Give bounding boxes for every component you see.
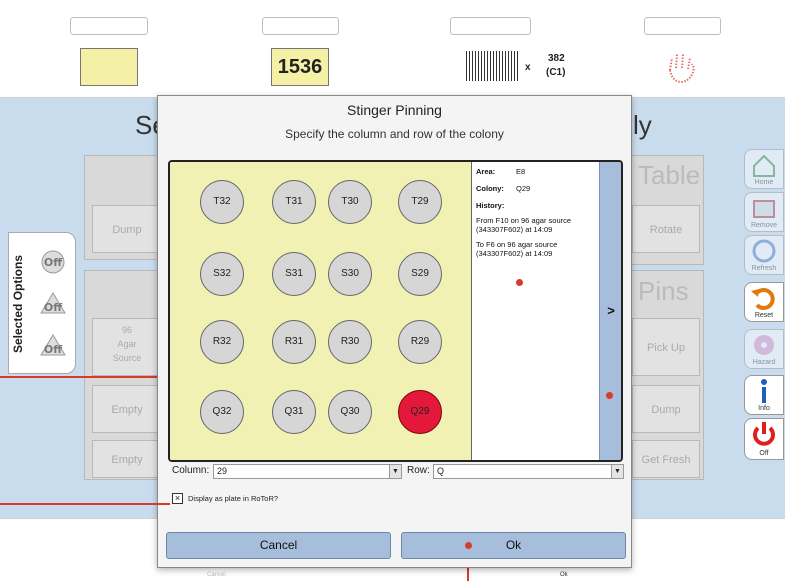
colony-well[interactable]: R32: [200, 320, 244, 364]
step-tab-stationary[interactable]: 3: Stationary: [450, 17, 531, 35]
remove-icon: [753, 200, 775, 218]
info-button[interactable]: Info: [744, 375, 784, 415]
colony-well[interactable]: S31: [272, 252, 316, 296]
colony-well[interactable]: R31: [272, 320, 316, 364]
refresh-icon: [752, 239, 776, 263]
row-label: Row:: [407, 465, 430, 476]
cancel-button[interactable]: Cancel: [166, 532, 391, 559]
annotation-line-checkbox: [0, 503, 170, 505]
reset-button[interactable]: Reset: [744, 282, 784, 322]
program-hand-icon: [662, 50, 698, 84]
row-select[interactable]: Q ▼: [433, 464, 624, 479]
option-off-icon[interactable]: Off: [37, 289, 69, 319]
colony-well[interactable]: Q31: [272, 390, 316, 434]
colony-well[interactable]: S29: [398, 252, 442, 296]
step-tab-target[interactable]: 2: Target: [262, 17, 339, 35]
remove-button-label: Remove: [750, 222, 778, 229]
stationary-plate-icon: [466, 51, 518, 81]
home-button-label: Home: [754, 179, 774, 186]
column-select-value: 29: [217, 466, 228, 476]
info-icon: [761, 379, 767, 403]
annotation-dot-next: [606, 392, 613, 399]
chevron-down-icon: ▼: [611, 465, 623, 478]
reset-button-label: Reset: [754, 312, 774, 319]
annotation-dot-ok: [465, 542, 472, 549]
home-button[interactable]: Home: [744, 149, 784, 189]
option-off-icon[interactable]: Off: [37, 247, 69, 277]
option-off-icon[interactable]: Off: [37, 331, 69, 361]
power-off-button-label: Off: [759, 450, 769, 457]
colony-info-panel: Area: E8 Colony: Q29 History: From F10 o…: [472, 162, 599, 460]
step-tab-source[interactable]: 1: Source: [70, 17, 148, 35]
background-pins-header: Pins: [638, 276, 689, 306]
background-empty-button-1: Empty: [92, 385, 162, 433]
display-as-plate-label: Display as plate in RoToR?: [188, 494, 279, 503]
history-entry: To F6 on 96 agar source (343307F602) at …: [476, 240, 558, 258]
colony-label: Colony:: [476, 184, 504, 193]
selected-options-label: Selected Options: [11, 254, 25, 354]
area-value: E8: [516, 167, 526, 176]
step-tab-program[interactable]: 4: Program: [644, 17, 721, 35]
background-pick-up-button: Pick Up: [632, 318, 700, 376]
row-select-value: Q: [437, 466, 445, 476]
background-agar-source-button: 96 Agar Source: [92, 318, 162, 376]
stationary-multiplier: x: [525, 62, 531, 73]
colony-well[interactable]: T29: [398, 180, 442, 224]
plate-view: T32 T31 T30 T29 S32 S31 S30 S29 R32 R31 R30 R29 Q32 Q…: [168, 160, 623, 462]
display-as-plate-checkbox[interactable]: ×: [172, 493, 183, 504]
background-rotate-button: Rotate: [632, 205, 700, 253]
hazard-button-label: Hazard: [752, 359, 776, 366]
colony-well[interactable]: T32: [200, 180, 244, 224]
background-ok-label: Ok: [560, 572, 568, 578]
next-plate-button[interactable]: >: [599, 162, 621, 460]
background-cancel-label: Cancel: [207, 572, 226, 578]
target-plate-thumbnail: 1536: [271, 48, 329, 86]
colony-value: Q29: [516, 184, 531, 193]
background-dump-button: Dump: [92, 205, 162, 253]
history-label: History:: [476, 201, 505, 210]
background-table-header: Table: [638, 160, 701, 190]
reset-icon: [751, 288, 775, 310]
stationary-sub: (C1): [546, 67, 566, 78]
column-label: Column:: [172, 465, 210, 476]
background-empty-button-2: Empty: [92, 440, 162, 478]
power-icon: [753, 422, 775, 446]
source-plate-thumbnail: [80, 48, 138, 86]
colony-well[interactable]: Q30: [328, 390, 372, 434]
colony-well[interactable]: Q32: [200, 390, 244, 434]
colony-well[interactable]: Q29: [398, 390, 442, 434]
column-select[interactable]: 29 ▼: [213, 464, 402, 479]
colony-well[interactable]: T31: [272, 180, 316, 224]
colony-well[interactable]: T30: [328, 180, 372, 224]
colony-well[interactable]: S32: [200, 252, 244, 296]
home-icon: [753, 154, 775, 177]
info-button-label: Info: [758, 405, 770, 412]
remove-button[interactable]: Remove: [744, 192, 784, 232]
hazard-button[interactable]: Hazard: [744, 329, 784, 369]
ok-button[interactable]: Ok: [401, 532, 626, 559]
annotation-dot-info: [516, 279, 523, 286]
area-label: Area:: [476, 167, 496, 176]
chevron-down-icon: ▼: [389, 465, 401, 478]
refresh-button-label: Refresh: [751, 265, 777, 272]
stationary-count: 382: [548, 53, 565, 64]
option-off-text: Off: [44, 301, 62, 314]
background-get-fresh-button: Get Fresh: [632, 440, 700, 478]
background-dump-right-button: Dump: [632, 385, 700, 433]
colony-well[interactable]: R30: [328, 320, 372, 364]
selected-options-panel: Selected Options Off Off Off: [8, 232, 76, 374]
colony-well[interactable]: S30: [328, 252, 372, 296]
power-off-button[interactable]: Off: [744, 418, 784, 460]
refresh-button[interactable]: Refresh: [744, 235, 784, 275]
colony-grid: T32 T31 T30 T29 S32 S31 S30 S29 R32 R31 R30 R29 Q32 Q…: [170, 162, 472, 460]
colony-well[interactable]: R29: [398, 320, 442, 364]
background-title-right: ly: [633, 110, 652, 140]
stinger-pinning-dialog: Stinger Pinning Specify the column and r…: [157, 95, 632, 568]
history-entry: From F10 on 96 agar source (343307F602) …: [476, 216, 572, 234]
option-off-text: Off: [44, 343, 62, 356]
option-off-text: Off: [44, 256, 62, 269]
dialog-title: Stinger Pinning: [347, 102, 442, 118]
dialog-subtitle: Specify the column and row of the colony: [285, 127, 504, 141]
hazard-icon: [754, 335, 774, 355]
